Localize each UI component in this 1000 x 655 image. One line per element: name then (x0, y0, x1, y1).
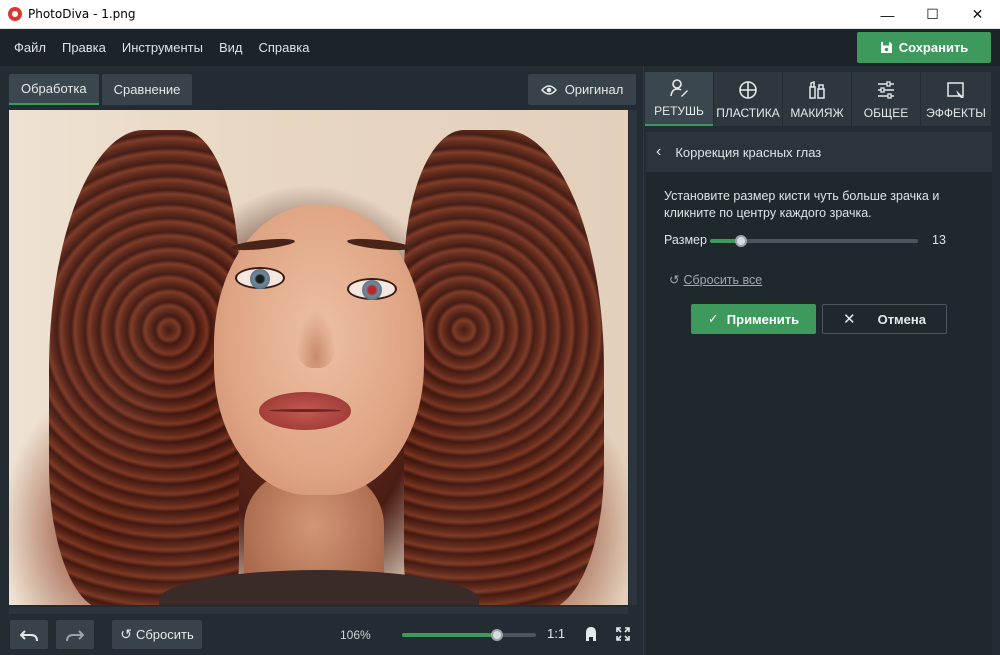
tab-general-label: ОБЩЕЕ (863, 106, 909, 120)
reset-icon: ↺ (120, 626, 132, 642)
reset-button-label: Сбросить (135, 627, 194, 642)
menu-bar: Файл Правка Инструменты Вид Справка Сохр… (0, 29, 1000, 66)
menu-help[interactable]: Справка (250, 40, 317, 55)
photo-lips (259, 392, 351, 430)
zoom-percentage: 106% (340, 628, 371, 642)
fullscreen-button[interactable] (614, 624, 632, 644)
back-chevron-icon[interactable]: ‹ (656, 143, 661, 161)
apply-button-label: Применить (726, 311, 800, 327)
zoom-slider[interactable] (402, 629, 536, 641)
apply-button[interactable]: ✓ Применить (691, 304, 816, 334)
brush-size-slider-handle[interactable] (735, 235, 748, 247)
zoom-slider-handle[interactable] (491, 629, 504, 641)
reset-all-link[interactable]: ↺ Сбросить все (669, 272, 763, 288)
title-bar: PhotoDiva - 1.png — ☐ ✕ (0, 0, 1000, 29)
fullscreen-icon (616, 627, 630, 641)
tab-effects-label: ЭФФЕКТЫ (926, 106, 986, 120)
photo-hair-left (49, 130, 239, 605)
fit-to-window-button[interactable] (582, 624, 600, 644)
sliders-icon (878, 81, 894, 99)
photo-iris-right-red (362, 280, 382, 300)
vertical-scrollbar[interactable] (629, 110, 637, 605)
photo-canvas[interactable] (9, 110, 628, 605)
brush-size-value: 13 (932, 233, 946, 247)
effects-icon (947, 82, 964, 98)
menu-file[interactable]: Файл (6, 40, 54, 55)
actual-size-button[interactable]: 1:1 (547, 626, 565, 641)
tab-plastic[interactable]: ПЛАСТИКА (714, 72, 782, 126)
close-button[interactable]: ✕ (955, 0, 1000, 29)
menu-tools[interactable]: Инструменты (114, 40, 211, 55)
close-icon: ✕ (843, 311, 856, 328)
app-logo-icon (8, 7, 22, 21)
tab-general[interactable]: ОБЩЕЕ (852, 72, 920, 126)
tool-tabs: РЕТУШЬ ПЛАСТИКА МАКИЯЖ ОБЩЕЕ ЭФФЕКТЫ (645, 72, 992, 126)
tab-makeup[interactable]: МАКИЯЖ (783, 72, 851, 126)
zoom-slider-fill (402, 633, 498, 637)
brush-size-slider[interactable] (710, 235, 918, 247)
editor-area: Обработка Сравнение Оригинал ↺ Сбросить … (0, 66, 643, 655)
window-controls: — ☐ ✕ (865, 0, 1000, 29)
instruction-text: Установите размер кисти чуть больше зрач… (664, 189, 940, 220)
retouch-icon (670, 79, 688, 97)
photo-hair-right (404, 130, 604, 605)
editor-bottom-bar: ↺ Сбросить 106% 1:1 (0, 614, 643, 655)
original-button[interactable]: Оригинал (528, 74, 636, 105)
tab-compare[interactable]: Сравнение (101, 74, 193, 105)
menu-edit[interactable]: Правка (54, 40, 114, 55)
photo-eye-left (235, 267, 285, 289)
menu-view[interactable]: Вид (211, 40, 251, 55)
photo-eye-right (347, 278, 397, 300)
cancel-button[interactable]: ✕ Отмена (822, 304, 947, 334)
reset-button[interactable]: ↺ Сбросить (112, 620, 202, 649)
tab-makeup-label: МАКИЯЖ (790, 106, 844, 120)
floppy-icon (880, 42, 892, 53)
section-content: Установите размер кисти чуть больше зрач… (646, 172, 992, 655)
save-button-label: Сохранить (898, 40, 969, 55)
eye-icon (540, 84, 557, 95)
photo-iris-left (250, 269, 270, 289)
makeup-icon (809, 80, 825, 99)
save-button[interactable]: Сохранить (857, 32, 991, 63)
brush-size-label: Размер (664, 233, 707, 247)
redo-button[interactable] (56, 620, 94, 649)
redo-icon (66, 629, 84, 641)
window-title: PhotoDiva - 1.png (28, 7, 136, 21)
cancel-button-label: Отмена (877, 311, 926, 327)
reset-all-icon: ↺ (669, 273, 680, 287)
tools-panel: РЕТУШЬ ПЛАСТИКА МАКИЯЖ ОБЩЕЕ ЭФФЕКТЫ ‹ К… (643, 66, 1000, 655)
maximize-button[interactable]: ☐ (910, 0, 955, 29)
check-icon: ✓ (707, 311, 719, 326)
tab-retouch[interactable]: РЕТУШЬ (645, 72, 713, 126)
undo-icon (20, 629, 38, 641)
plastic-icon (739, 81, 757, 99)
horizontal-scrollbar[interactable] (9, 607, 628, 614)
section-title: Коррекция красных глаз (675, 144, 822, 160)
original-button-label: Оригинал (564, 82, 624, 97)
section-header: ‹ Коррекция красных глаз (646, 132, 992, 172)
head-icon (586, 627, 596, 641)
reset-all-label: Сбросить все (683, 272, 763, 287)
tab-retouch-label: РЕТУШЬ (654, 104, 704, 118)
tab-plastic-label: ПЛАСТИКА (716, 106, 780, 120)
view-tabs: Обработка Сравнение (9, 74, 195, 105)
tab-effects[interactable]: ЭФФЕКТЫ (921, 72, 991, 126)
minimize-button[interactable]: — (865, 0, 910, 29)
photo-nose (296, 310, 336, 368)
tab-processing[interactable]: Обработка (9, 74, 99, 105)
undo-button[interactable] (10, 620, 48, 649)
